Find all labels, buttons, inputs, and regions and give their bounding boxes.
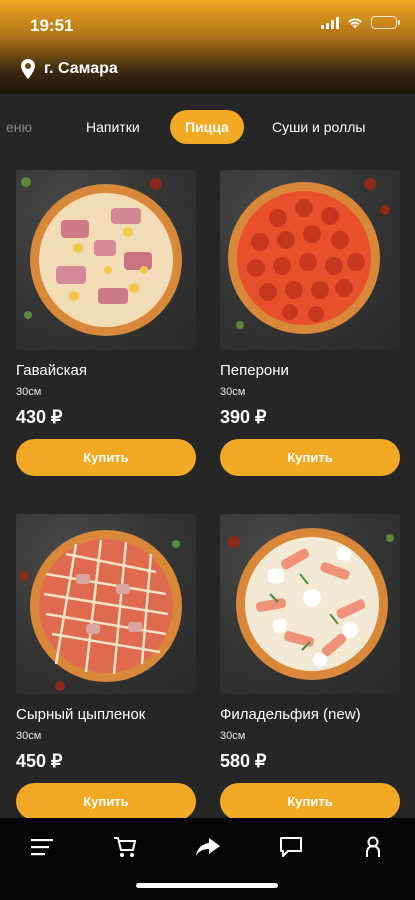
tab-sushi[interactable]: Суши и роллы (272, 110, 365, 144)
buy-button[interactable]: Купить (220, 783, 400, 820)
product-price: 580 ₽ (220, 751, 267, 771)
chat-icon (280, 837, 302, 857)
buy-button[interactable]: Купить (220, 439, 400, 476)
nav-profile[interactable] (353, 832, 393, 862)
hawaiian-pizza-image[interactable] (16, 170, 196, 350)
tab-drinks[interactable]: Напитки (86, 110, 140, 144)
pepperoni-pizza-image[interactable] (220, 170, 400, 350)
profile-icon (366, 836, 380, 857)
product-price: 450 ₽ (16, 751, 63, 771)
product-price: 390 ₽ (220, 407, 267, 427)
share-icon (196, 838, 220, 856)
menu-icon (31, 839, 53, 856)
product-name: Филадельфия (new) (220, 706, 361, 723)
product-size: 30см (16, 386, 42, 398)
product-card[interactable]: Гавайская 30см 430 ₽ Купить (16, 170, 196, 476)
cheese-chicken-pizza-image[interactable] (16, 514, 196, 694)
product-price: 430 ₽ (16, 407, 63, 427)
status-time: 19:51 (30, 16, 74, 35)
product-card[interactable]: Филадельфия (new) 30см 580 ₽ Купить (220, 514, 400, 820)
tab-menu[interactable]: еню (6, 110, 32, 144)
product-name: Гавайская (16, 362, 88, 379)
buy-button[interactable]: Купить (16, 439, 196, 476)
nav-chat[interactable] (271, 832, 311, 862)
location-selector[interactable]: г. Самара (20, 58, 118, 80)
product-name: Сырный цыпленок (16, 706, 146, 723)
status-bar: 19:51 (0, 0, 415, 50)
city-label: г. Самара (44, 60, 118, 77)
buy-button[interactable]: Купить (16, 783, 196, 820)
category-tabs: еню Напитки Пицца Суши и роллы (0, 110, 415, 146)
tab-pizza[interactable]: Пицца (170, 110, 244, 144)
philadelphia-pizza-image[interactable] (220, 514, 400, 694)
product-size: 30см (220, 386, 246, 398)
product-name: Пеперони (220, 362, 289, 379)
wifi-icon (348, 17, 362, 28)
home-indicator (136, 883, 278, 888)
nav-cart[interactable] (105, 832, 145, 862)
product-card[interactable]: Сырный цыпленок 30см 450 ₽ Купить (16, 514, 196, 820)
product-card[interactable]: Пеперони 30см 390 ₽ Купить (220, 170, 400, 476)
signal-icon (321, 16, 339, 29)
header: 19:51 г. Самара (0, 0, 415, 94)
nav-menu[interactable] (22, 832, 62, 862)
battery-icon (371, 16, 400, 29)
status-icons (321, 16, 400, 29)
location-pin-icon (21, 59, 35, 79)
cart-icon (114, 837, 137, 857)
nav-share[interactable] (188, 832, 228, 862)
product-size: 30см (16, 730, 42, 742)
product-size: 30см (220, 730, 246, 742)
